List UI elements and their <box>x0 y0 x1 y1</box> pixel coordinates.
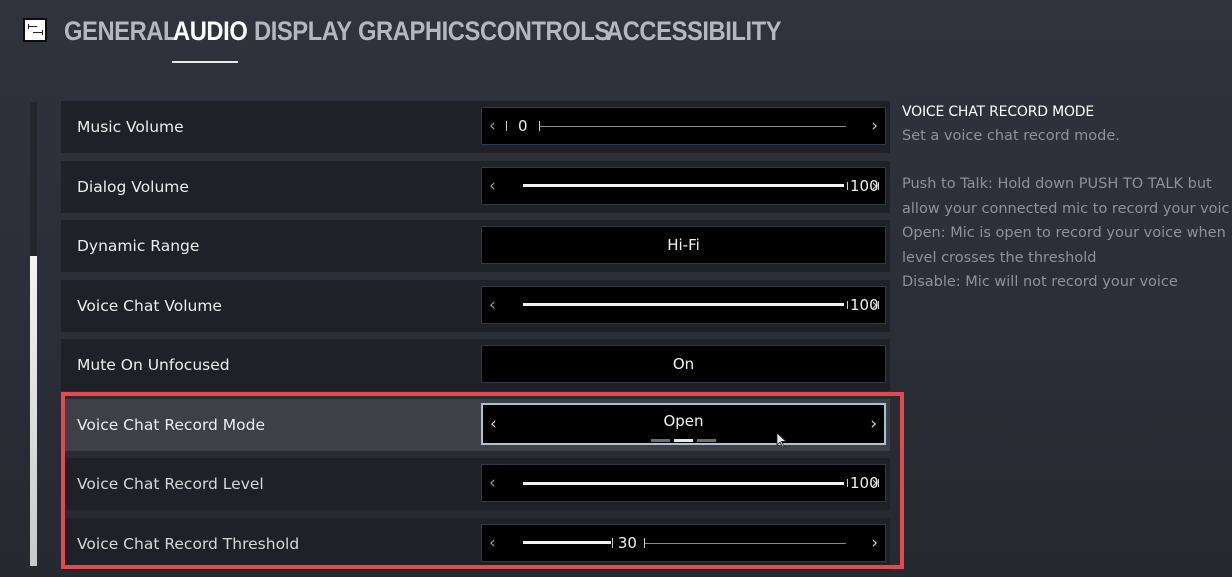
setting-row-voice-chat-record-mode[interactable]: Voice Chat Record Mode ‹ Open › <box>61 398 890 451</box>
setting-row-dynamic-range[interactable]: Dynamic Range Hi-Fi <box>61 220 890 272</box>
setting-description-panel: VOICE CHAT RECORD MODE Set a voice chat … <box>902 104 1232 295</box>
setting-row-voice-chat-volume[interactable]: Voice Chat Volume ‹ › 100 <box>61 279 890 332</box>
mute-on-unfocused-toggle[interactable]: On <box>481 345 886 383</box>
active-tab-underline <box>172 61 238 63</box>
tab-general[interactable]: GENERAL <box>64 16 178 47</box>
setting-label: Voice Chat Record Level <box>77 475 264 493</box>
scrollbar-thumb[interactable] <box>30 256 37 566</box>
setting-label: Voice Chat Record Threshold <box>77 534 300 553</box>
slider-value: 100 <box>850 295 879 314</box>
top-navigation: GENERAL AUDIO DISPLAY GRAPHICS CONTROLS … <box>0 0 1232 80</box>
slider-fill <box>523 541 611 544</box>
slider-value: 100 <box>850 176 879 195</box>
chevron-left-icon[interactable]: ‹ <box>489 116 496 136</box>
music-volume-slider[interactable]: ‹ › 0 <box>481 107 886 145</box>
description-line: level crosses the threshold <box>902 249 1097 266</box>
setting-row-voice-chat-record-level[interactable]: Voice Chat Record Level ‹ › 100 <box>61 458 890 510</box>
tab-audio[interactable]: AUDIO <box>173 16 248 47</box>
chevron-left-icon[interactable]: ‹ <box>489 176 496 196</box>
voice-chat-record-level-slider[interactable]: ‹ › 100 <box>481 464 886 502</box>
setting-label: Music Volume <box>77 118 184 136</box>
slider-tick <box>878 300 879 309</box>
setting-row-music-volume[interactable]: Music Volume ‹ › 0 <box>61 101 890 153</box>
option-dot <box>697 438 716 442</box>
slider-tick <box>847 181 848 190</box>
setting-row-dialog-volume[interactable]: Dialog Volume ‹ › 100 <box>61 160 890 213</box>
setting-row-mute-on-unfocused[interactable]: Mute On Unfocused On <box>61 339 890 391</box>
option-dot-selected <box>674 438 693 442</box>
dialog-volume-slider[interactable]: ‹ › 100 <box>481 166 886 205</box>
slider-track <box>644 542 846 544</box>
slider-value: 30 <box>617 533 637 552</box>
description-line: allow your connected mic to record your … <box>902 200 1230 217</box>
slider-fill <box>523 184 844 187</box>
mouse-cursor-icon <box>776 432 788 448</box>
option-dot <box>651 438 670 442</box>
mute-on-unfocused-value: On <box>672 355 695 373</box>
setting-row-voice-chat-record-threshold[interactable]: Voice Chat Record Threshold ‹ › 30 <box>61 517 890 570</box>
voice-chat-record-mode-selector[interactable]: ‹ Open › <box>481 402 886 445</box>
tab-display[interactable]: DISPLAY <box>254 16 352 47</box>
record-mode-value: Open <box>663 412 704 431</box>
chevron-right-icon[interactable]: › <box>871 533 878 553</box>
chevron-left-icon[interactable]: ‹ <box>489 473 496 493</box>
dynamic-range-toggle[interactable]: Hi-Fi <box>481 226 886 264</box>
setting-label: Voice Chat Record Mode <box>77 415 266 434</box>
chevron-left-icon[interactable]: ‹ <box>489 295 496 315</box>
setting-label: Voice Chat Volume <box>77 296 222 315</box>
slider-tick <box>847 479 848 487</box>
slider-track <box>540 126 846 127</box>
setting-label: Dynamic Range <box>77 237 200 255</box>
tab-accessibility[interactable]: ACCESSIBILITY <box>606 16 782 47</box>
tab-graphics[interactable]: GRAPHICS <box>358 16 480 47</box>
settings-menu-icon[interactable] <box>23 18 47 42</box>
slider-tick <box>878 181 879 190</box>
slider-tick <box>611 537 613 548</box>
setting-label: Mute On Unfocused <box>77 356 230 374</box>
description-line: Push to Talk: Hold down PUSH TO TALK but <box>902 176 1212 192</box>
slider-tick <box>506 121 507 131</box>
description-subtitle: Set a voice chat record mode. <box>902 128 1120 144</box>
tab-controls[interactable]: CONTROLS <box>480 16 610 47</box>
voice-chat-volume-slider[interactable]: ‹ › 100 <box>481 285 886 324</box>
description-line: Disable: Mic will not record your voice <box>902 274 1178 290</box>
voice-chat-record-threshold-slider[interactable]: ‹ › 30 <box>481 523 886 562</box>
settings-tabs: GENERAL AUDIO DISPLAY GRAPHICS CONTROLS … <box>64 16 782 47</box>
slider-value: 0 <box>518 117 528 135</box>
slider-fill <box>523 303 844 306</box>
description-line: Open: Mic is open to record your voice w… <box>902 225 1226 241</box>
chevron-right-icon[interactable]: › <box>870 414 877 434</box>
option-indicator <box>651 438 716 442</box>
slider-tick <box>847 300 848 309</box>
description-title: VOICE CHAT RECORD MODE <box>902 104 1094 120</box>
slider-tick <box>878 479 879 487</box>
audio-settings-list: Music Volume ‹ › 0 Dialog Volume ‹ › 100… <box>61 101 890 577</box>
chevron-left-icon[interactable]: ‹ <box>489 533 496 553</box>
dynamic-range-value: Hi-Fi <box>667 236 700 254</box>
chevron-right-icon[interactable]: › <box>871 116 878 136</box>
setting-label: Dialog Volume <box>77 177 189 196</box>
slider-value: 100 <box>850 474 879 492</box>
slider-fill <box>523 481 844 485</box>
